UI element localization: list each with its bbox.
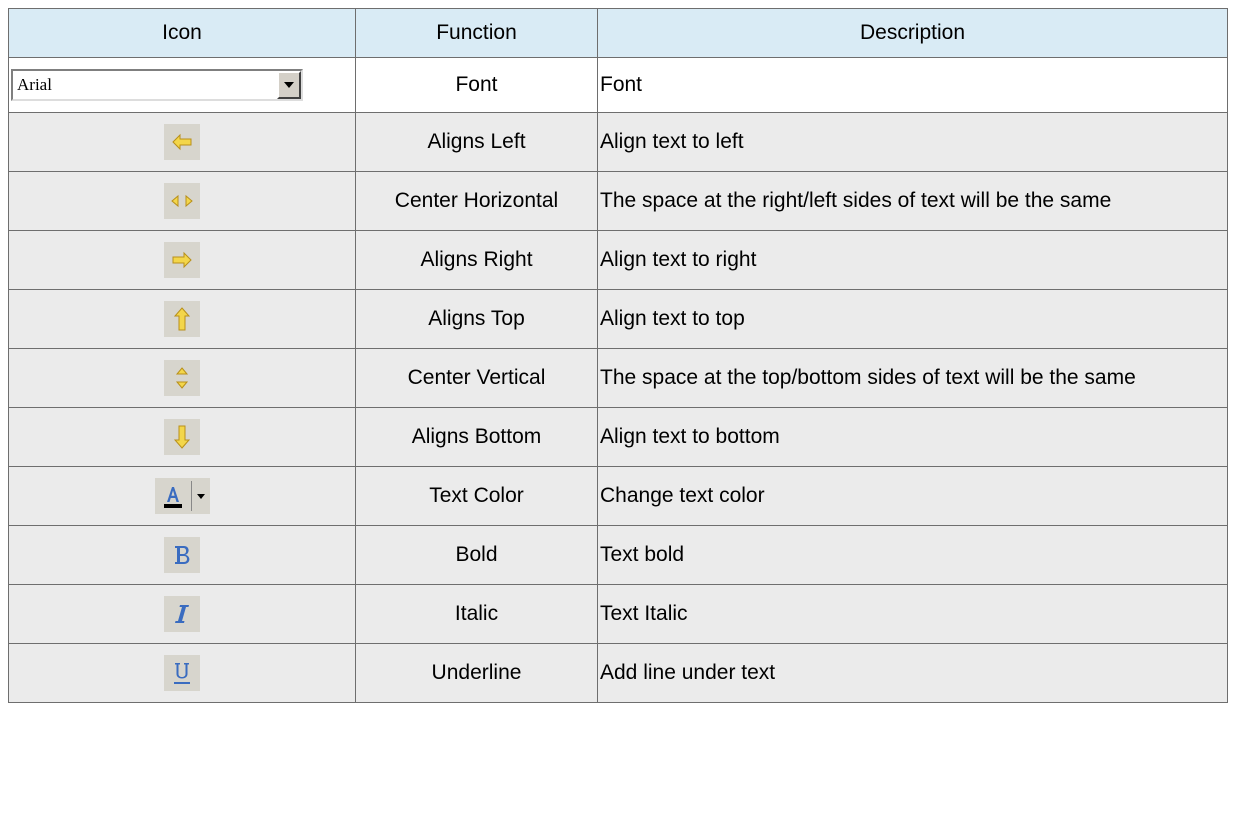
icon-cell (8, 466, 356, 526)
function-cell: Aligns Left (355, 112, 598, 172)
description-cell: Text bold (597, 525, 1228, 585)
font-select-value: Arial (17, 75, 52, 94)
bold-icon[interactable] (164, 537, 200, 573)
table-row: Aligns Right Align text to right (8, 230, 1228, 290)
text-color-button[interactable] (154, 478, 210, 514)
function-cell: Underline (355, 643, 598, 703)
text-color-icon[interactable] (155, 478, 191, 514)
description-cell: Add line under text (597, 643, 1228, 703)
center-vertical-icon[interactable] (164, 360, 200, 396)
align-left-icon[interactable] (164, 124, 200, 160)
table-row: Center Horizontal The space at the right… (8, 171, 1228, 231)
table-row: Center Vertical The space at the top/bot… (8, 348, 1228, 408)
italic-icon[interactable] (164, 596, 200, 632)
description-cell: Change text color (597, 466, 1228, 526)
function-cell: Aligns Bottom (355, 407, 598, 467)
function-cell: Italic (355, 584, 598, 644)
font-select[interactable]: Arial (11, 69, 303, 101)
table-row: Text Color Change text color (8, 466, 1228, 526)
icon-cell: Arial (8, 57, 356, 113)
table-row: Bold Text bold (8, 525, 1228, 585)
align-top-icon[interactable] (164, 301, 200, 337)
description-cell: Align text to bottom (597, 407, 1228, 467)
function-cell: Text Color (355, 466, 598, 526)
description-cell: The space at the right/left sides of tex… (597, 171, 1228, 231)
icon-cell (8, 643, 356, 703)
icon-cell (8, 112, 356, 172)
table-row: Aligns Left Align text to left (8, 112, 1228, 172)
description-cell: Align text to left (597, 112, 1228, 172)
description-cell: Font (597, 57, 1228, 113)
align-bottom-icon[interactable] (164, 419, 200, 455)
chevron-down-icon[interactable] (277, 71, 301, 99)
header-description: Description (597, 8, 1228, 58)
center-horizontal-icon[interactable] (164, 183, 200, 219)
underline-icon[interactable] (164, 655, 200, 691)
table-row: Aligns Top Align text to top (8, 289, 1228, 349)
function-cell: Center Vertical (355, 348, 598, 408)
table-row: Aligns Bottom Align text to bottom (8, 407, 1228, 467)
icon-cell (8, 289, 356, 349)
icon-cell (8, 348, 356, 408)
table-row: Arial Font Font (8, 57, 1228, 113)
icon-cell (8, 584, 356, 644)
table-row: Underline Add line under text (8, 643, 1228, 703)
table-row: Italic Text Italic (8, 584, 1228, 644)
function-cell: Bold (355, 525, 598, 585)
description-cell: Align text to top (597, 289, 1228, 349)
icon-cell (8, 407, 356, 467)
icon-cell (8, 171, 356, 231)
function-cell: Aligns Top (355, 289, 598, 349)
icon-cell (8, 525, 356, 585)
function-cell: Aligns Right (355, 230, 598, 290)
align-right-icon[interactable] (164, 242, 200, 278)
function-cell: Font (355, 57, 598, 113)
icon-function-table: Icon Function Description Arial Font Fon… (8, 8, 1228, 703)
chevron-down-icon[interactable] (192, 478, 210, 514)
header-icon: Icon (8, 8, 356, 58)
description-cell: Text Italic (597, 584, 1228, 644)
function-cell: Center Horizontal (355, 171, 598, 231)
description-cell: Align text to right (597, 230, 1228, 290)
header-function: Function (355, 8, 598, 58)
description-cell: The space at the top/bottom sides of tex… (597, 348, 1228, 408)
icon-cell (8, 230, 356, 290)
table-header-row: Icon Function Description (8, 8, 1228, 58)
